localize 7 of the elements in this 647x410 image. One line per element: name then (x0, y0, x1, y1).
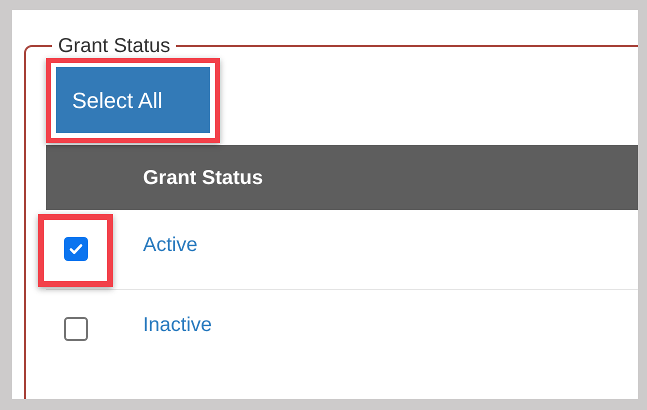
checkbox[interactable] (64, 236, 88, 260)
column-header: Grant Status (143, 166, 264, 190)
status-link[interactable]: Inactive (143, 310, 212, 340)
checkbox[interactable] (64, 317, 88, 341)
fieldset-legend: Grant Status (52, 34, 176, 58)
status-link[interactable]: Active (143, 230, 198, 260)
select-all-button[interactable]: Select All (56, 67, 210, 133)
